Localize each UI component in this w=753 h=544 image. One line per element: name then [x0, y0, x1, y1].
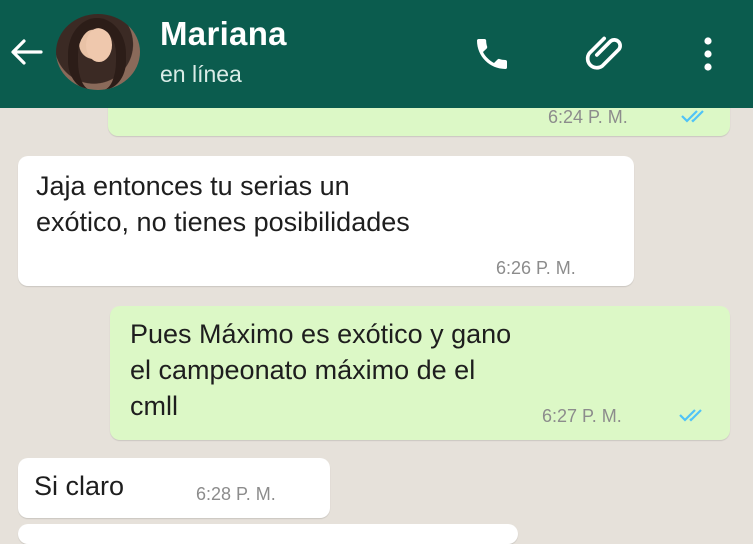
message-time: 6:24 P. M. [548, 107, 628, 127]
call-button[interactable] [466, 28, 518, 80]
message-text: Pues Máximo es exótico y gano el campeon… [130, 319, 512, 421]
chat-header: Mariana en línea [0, 0, 753, 108]
message-bubble-incoming[interactable]: Si claro 6:28 P. M. [18, 458, 330, 518]
phone-icon [477, 39, 507, 69]
attach-button[interactable] [580, 28, 632, 80]
message-time: 6:26 P. M. [496, 258, 576, 278]
paperclip-icon [585, 36, 622, 70]
message-bubble-outgoing[interactable]: Pues Máximo es exótico y gano el campeon… [110, 306, 730, 440]
back-arrow-icon [11, 39, 43, 65]
message-bubble-incoming[interactable]: Jaja entonces tu serias un exótico, no t… [18, 156, 634, 286]
message-time: 6:28 P. M. [196, 484, 276, 504]
read-receipt-icon [681, 110, 704, 123]
more-options-button[interactable] [682, 28, 734, 80]
back-button[interactable] [6, 32, 46, 72]
message-text: Si claro [34, 471, 125, 501]
message-text: Jaja entonces tu serias un exótico, no t… [36, 171, 410, 237]
contact-name[interactable]: Mariana [160, 15, 287, 53]
more-vert-icon [704, 37, 712, 71]
contact-status: en línea [160, 61, 242, 87]
read-receipt-icon [679, 409, 702, 422]
avatar[interactable] [56, 14, 140, 90]
avatar-hair [68, 18, 126, 90]
message-bubble-incoming[interactable] [18, 524, 518, 544]
message-time: 6:27 P. M. [542, 406, 622, 426]
